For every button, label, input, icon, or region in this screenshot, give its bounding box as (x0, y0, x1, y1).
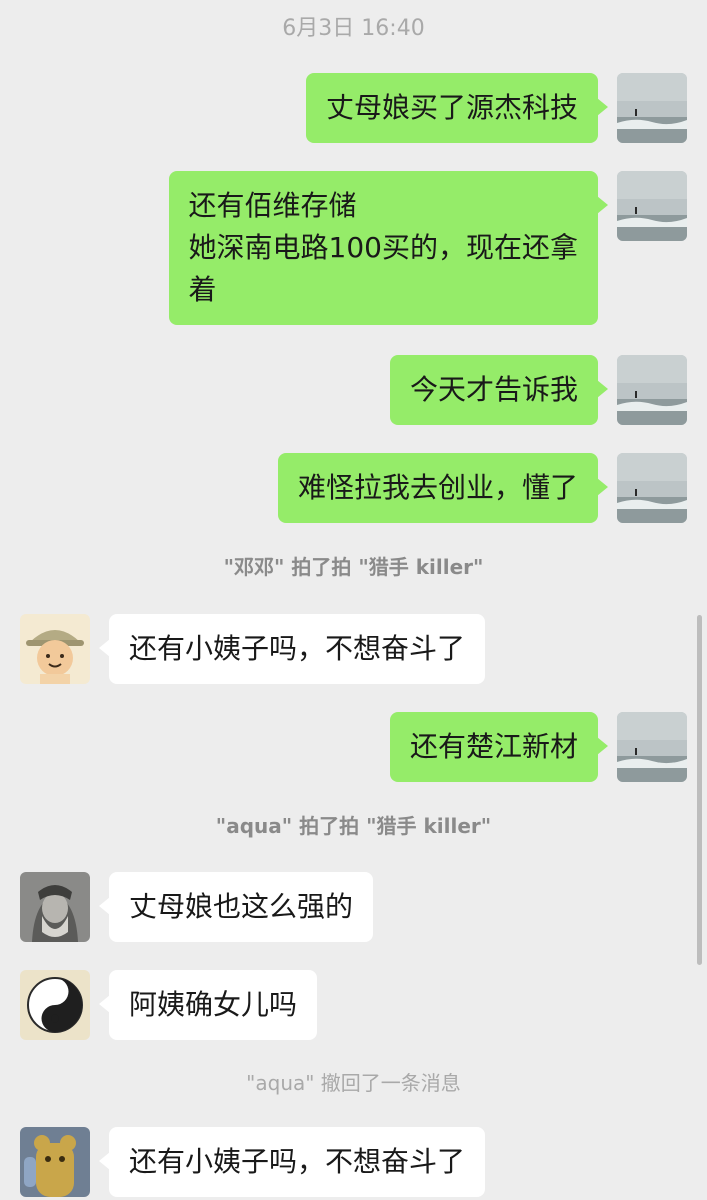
avatar[interactable] (20, 872, 90, 942)
ocean-photo-icon (617, 73, 687, 143)
bear-figure-icon (20, 1127, 90, 1197)
system-pat-notice: "邓邓" 拍了拍 "猎手 killer" (223, 555, 484, 579)
scrollbar[interactable] (697, 615, 702, 965)
message-bubble[interactable]: 还有佰维存储 她深南电路100买的，现在还拿 着 (168, 171, 609, 325)
message-text: 还有小姨子吗，不想奋斗了 (129, 632, 466, 665)
system-recall-notice: "aqua" 撤回了一条消息 (246, 1071, 461, 1095)
ocean-photo-icon (617, 171, 687, 241)
message-text: 难怪拉我去创业，懂了 (297, 471, 578, 504)
system-pat-notice: "aqua" 拍了拍 "猎手 killer" (215, 814, 492, 838)
avatar[interactable] (20, 970, 90, 1040)
message-text: 丈母娘也这么强的 (129, 890, 354, 923)
yin-yang-icon (20, 970, 90, 1040)
avatar[interactable] (617, 171, 687, 241)
chat-view: 6月3日 16:40 丈母娘买了源杰科技 还有佰维存储 她深南电路100买的，现… (0, 0, 707, 1200)
message-text: 着 (188, 273, 217, 306)
message-bubble[interactable]: 丈母娘买了源杰科技 (305, 73, 609, 143)
message-text: 今天才告诉我 (409, 373, 578, 406)
message-bubble[interactable]: 丈母娘也这么强的 (98, 872, 374, 942)
message-text: 阿姨确女儿吗 (129, 988, 298, 1021)
message-bubble[interactable]: 还有小姨子吗，不想奋斗了 (98, 1127, 486, 1197)
message-text: 她深南电路100买的，现在还拿 (188, 231, 578, 264)
chat-timestamp: 6月3日 16:40 (282, 16, 425, 41)
avatar[interactable] (617, 453, 687, 523)
cartoon-avatar-icon (20, 614, 90, 684)
ocean-photo-icon (617, 355, 687, 425)
message-text: 还有佰维存储 (188, 189, 357, 222)
avatar[interactable] (20, 614, 90, 684)
message-bubble[interactable]: 今天才告诉我 (389, 355, 609, 425)
message-text: 还有小姨子吗，不想奋斗了 (129, 1145, 466, 1178)
ocean-photo-icon (617, 453, 687, 523)
message-bubble[interactable]: 阿姨确女儿吗 (98, 970, 318, 1040)
avatar[interactable] (617, 73, 687, 143)
avatar[interactable] (617, 355, 687, 425)
portrait-sketch-icon (20, 872, 90, 942)
message-bubble[interactable]: 难怪拉我去创业，懂了 (277, 453, 609, 523)
message-bubble[interactable]: 还有楚江新材 (389, 712, 609, 782)
ocean-photo-icon (617, 712, 687, 782)
avatar[interactable] (20, 1127, 90, 1197)
message-bubble[interactable]: 还有小姨子吗，不想奋斗了 (98, 614, 486, 684)
message-text: 还有楚江新材 (409, 730, 578, 763)
avatar[interactable] (617, 712, 687, 782)
message-text: 丈母娘买了源杰科技 (325, 91, 578, 124)
